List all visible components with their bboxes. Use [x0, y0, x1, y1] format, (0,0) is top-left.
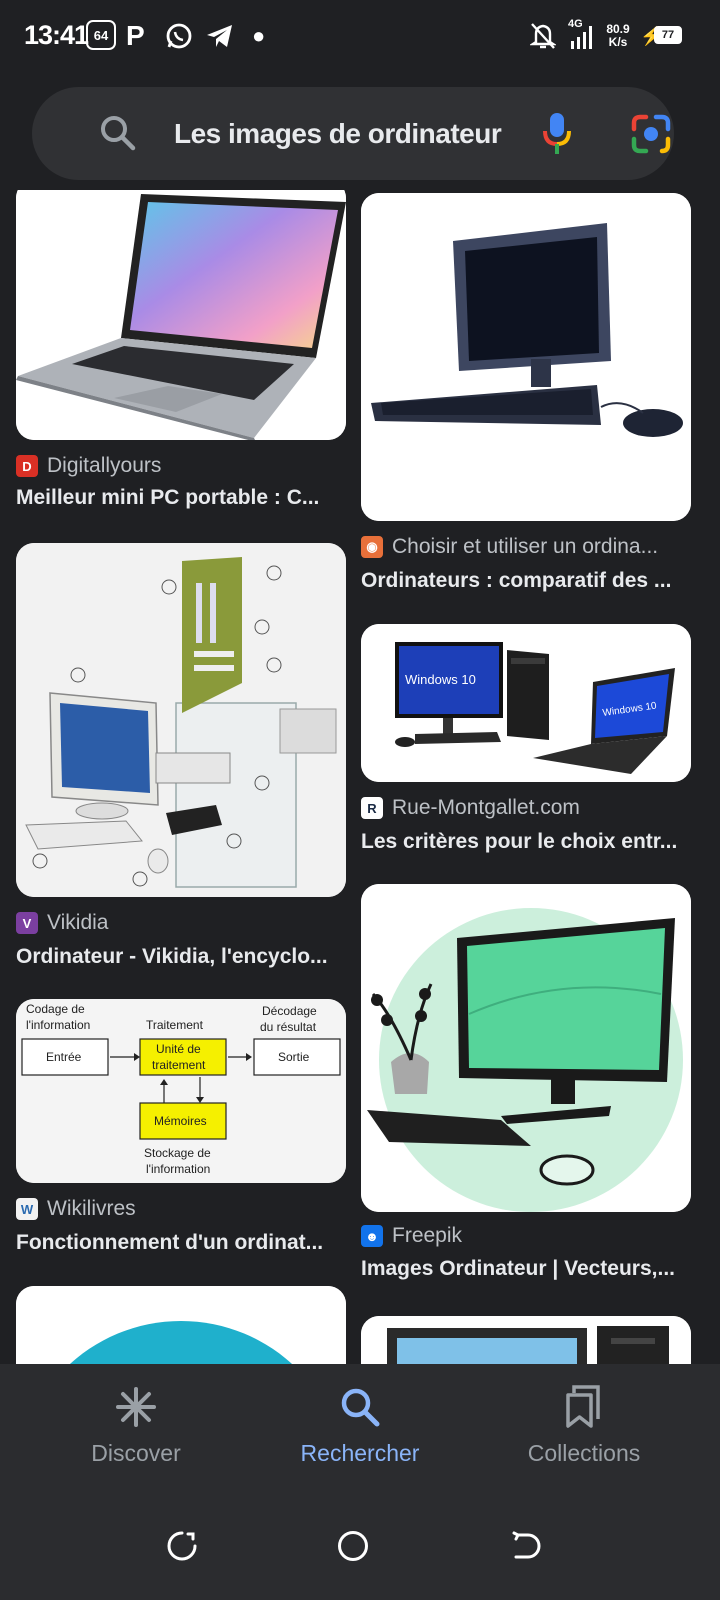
nav-collections[interactable]: Collections [484, 1382, 684, 1467]
result-image-partial-right[interactable] [361, 1316, 691, 1365]
diagram-decodage-2: du résultat [260, 1020, 317, 1034]
result-title[interactable]: Fonctionnement d'un ordinat... [16, 1231, 346, 1255]
diagram-stockage-2: l'information [146, 1162, 210, 1176]
back-icon[interactable] [510, 1530, 542, 1567]
result-source: V Vikidia [16, 911, 346, 935]
network-speed: 80.9 K/s [600, 20, 636, 52]
diagram-unite-2: traitement [152, 1058, 206, 1072]
speed-unit: K/s [608, 35, 628, 49]
result-source-label: Rue-Montgallet.com [392, 796, 580, 819]
collections-bookmark-icon [484, 1382, 684, 1432]
result-source: ◉ Choisir et utiliser un ordina... [361, 535, 691, 559]
diagram-memoires: Mémoires [154, 1114, 207, 1128]
more-notifications-icon: ● [252, 23, 266, 48]
search-icon[interactable] [98, 113, 138, 158]
result-title[interactable]: Les critères pour le choix entr... [361, 830, 691, 854]
result-title[interactable]: Meilleur mini PC portable : C... [16, 486, 346, 510]
app-notification-icon: 64 [86, 20, 116, 50]
image-results-grid: D Digitallyours Meilleur mini PC portabl… [0, 190, 720, 1365]
result-source: R Rue-Montgallet.com [361, 796, 691, 820]
result-source-label: Freepik [392, 1224, 463, 1247]
diagram-entree: Entrée [46, 1050, 82, 1064]
freepik-favicon-icon: ☻ [361, 1225, 383, 1247]
nav-search-label: Rechercher [300, 1440, 420, 1466]
diagram-codage-2: l'information [26, 1018, 90, 1032]
result-image-computer-components[interactable] [16, 543, 346, 897]
nav-collections-label: Collections [527, 1440, 641, 1466]
vikidia-favicon-icon: V [16, 912, 38, 934]
diagram-traitement: Traitement [146, 1018, 204, 1032]
result-source-label: Choisir et utiliser un ordina... [392, 535, 659, 558]
result-title[interactable]: Ordinateur - Vikidia, l'encyclo... [16, 945, 346, 969]
home-icon[interactable] [337, 1530, 369, 1567]
result-image-computer-illustration[interactable] [361, 884, 691, 1212]
search-query[interactable]: Les images de ordinateur [174, 87, 502, 180]
rue-montgallet-favicon-icon: R [361, 797, 383, 819]
network-type: 4G [568, 18, 583, 30]
microphone-icon[interactable] [542, 111, 572, 162]
result-image-partial-left[interactable] [16, 1286, 346, 1365]
result-image-functioning-diagram[interactable]: Codage de l'information Traitement Décod… [16, 999, 346, 1183]
windows-label-monitor: Windows 10 [405, 672, 476, 687]
result-image-desktop-monitor[interactable] [361, 193, 691, 521]
nav-discover[interactable]: Discover [36, 1382, 236, 1467]
diagram-stockage-1: Stockage de [144, 1146, 211, 1160]
bell-off-icon [530, 20, 556, 52]
diagram-unite-1: Unité de [156, 1042, 201, 1056]
result-title[interactable]: Ordinateurs : comparatif des ... [361, 569, 691, 593]
google-lens-icon[interactable] [630, 113, 672, 160]
diagram-sortie: Sortie [278, 1050, 310, 1064]
result-source: D Digitallyours [16, 454, 346, 478]
nav-discover-label: Discover [91, 1440, 181, 1466]
search-icon [260, 1382, 460, 1432]
result-source-label: Digitallyours [47, 454, 162, 477]
signal-icon: 4G [568, 18, 598, 52]
telegram-icon [205, 20, 235, 52]
result-source-label: Vikidia [47, 911, 109, 934]
digitallyours-favicon-icon: D [16, 455, 38, 477]
nav-search[interactable]: Rechercher [260, 1382, 460, 1467]
status-time: 13:41 [24, 20, 89, 50]
diagram-decodage-1: Décodage [262, 1004, 317, 1018]
result-source: W Wikilivres [16, 1197, 346, 1221]
result-source-label: Wikilivres [47, 1197, 136, 1220]
status-bar: 13:41 64 P ● 4G 80.9 K/s ⚡ 77 [0, 0, 720, 72]
battery-indicator: 77 [654, 26, 682, 44]
wikilivres-favicon-icon: W [16, 1198, 38, 1220]
asterisk-icon [36, 1382, 236, 1432]
result-source: ☻ Freepik [361, 1224, 691, 1248]
search-bar[interactable]: Les images de ordinateur [32, 87, 674, 180]
recents-icon[interactable] [166, 1530, 198, 1567]
owl-favicon-icon: ◉ [361, 536, 383, 558]
result-image-laptop[interactable] [16, 190, 346, 440]
whatsapp-icon [165, 20, 193, 52]
result-image-windows-computers[interactable]: Windows 10 Windows 10 [361, 624, 691, 782]
parking-app-icon: P [126, 20, 145, 51]
diagram-codage-1: Codage de [26, 1002, 85, 1016]
result-title[interactable]: Images Ordinateur | Vecteurs,... [361, 1257, 691, 1281]
